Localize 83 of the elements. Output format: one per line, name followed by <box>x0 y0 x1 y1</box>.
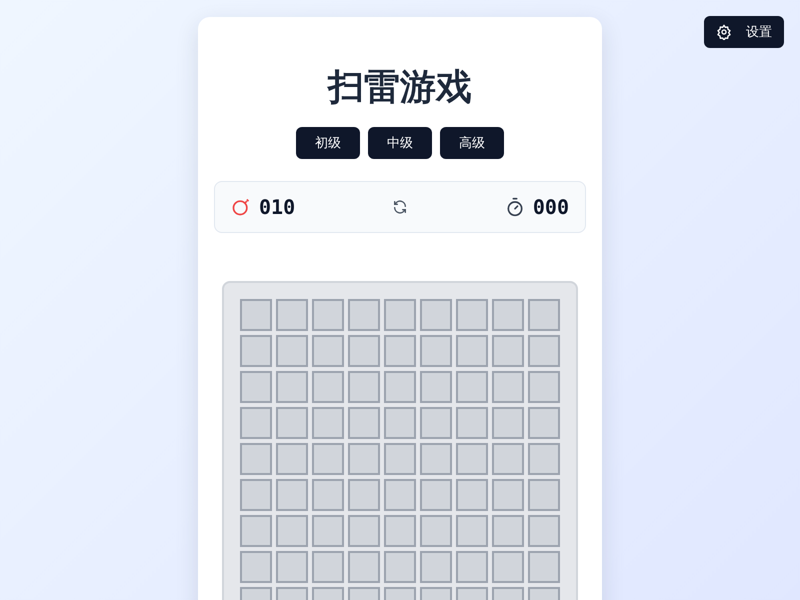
mine-cell[interactable] <box>276 443 308 475</box>
settings-icon <box>716 24 732 40</box>
mine-cell[interactable] <box>420 551 452 583</box>
mine-cell[interactable] <box>240 371 272 403</box>
game-title: 扫雷游戏 <box>328 66 472 110</box>
mine-cell[interactable] <box>384 407 416 439</box>
mine-cell[interactable] <box>348 515 380 547</box>
mine-cell[interactable] <box>456 515 488 547</box>
mine-cell[interactable] <box>456 479 488 511</box>
mine-cell[interactable] <box>528 551 560 583</box>
mine-counter: 010 <box>259 195 296 219</box>
difficulty-button[interactable]: 中级 <box>368 127 432 159</box>
mine-cell[interactable] <box>492 443 524 475</box>
mine-cell[interactable] <box>420 407 452 439</box>
mine-cell[interactable] <box>240 551 272 583</box>
stopwatch-icon <box>504 197 525 217</box>
mine-cell[interactable] <box>276 371 308 403</box>
mine-cell[interactable] <box>456 551 488 583</box>
mine-cell[interactable] <box>240 443 272 475</box>
mine-cell[interactable] <box>492 371 524 403</box>
mine-cell[interactable] <box>384 371 416 403</box>
mine-cell[interactable] <box>348 407 380 439</box>
mine-cell[interactable] <box>528 335 560 367</box>
mine-cell[interactable] <box>348 335 380 367</box>
refresh-icon[interactable] <box>392 199 408 215</box>
mine-cell[interactable] <box>348 371 380 403</box>
mine-cell[interactable] <box>528 443 560 475</box>
mine-cell[interactable] <box>528 371 560 403</box>
mine-cell[interactable] <box>240 407 272 439</box>
mine-cell[interactable] <box>312 335 344 367</box>
timer: 000 <box>532 195 569 219</box>
difficulty-button[interactable]: 高级 <box>440 127 504 159</box>
mine-cell[interactable] <box>528 515 560 547</box>
mine-cell[interactable] <box>456 371 488 403</box>
mine-cell[interactable] <box>312 515 344 547</box>
mine-cell[interactable] <box>420 335 452 367</box>
mine-cell[interactable] <box>420 299 452 331</box>
bomb-icon <box>231 197 251 217</box>
mine-cell[interactable] <box>420 515 452 547</box>
mine-cell[interactable] <box>384 515 416 547</box>
mine-cell[interactable] <box>240 335 272 367</box>
mine-cell[interactable] <box>528 407 560 439</box>
mine-cell[interactable] <box>240 515 272 547</box>
mine-cell[interactable] <box>240 479 272 511</box>
mine-cell[interactable] <box>276 335 308 367</box>
mine-cell[interactable] <box>384 479 416 511</box>
mine-cell[interactable] <box>492 335 524 367</box>
mine-cell[interactable] <box>312 479 344 511</box>
mine-cell[interactable] <box>276 551 308 583</box>
mine-cell[interactable] <box>312 371 344 403</box>
mine-cell[interactable] <box>240 299 272 331</box>
mine-cell[interactable] <box>312 443 344 475</box>
mine-cell[interactable] <box>456 443 488 475</box>
difficulty-button[interactable]: 初级 <box>296 127 360 159</box>
mine-cell[interactable] <box>276 515 308 547</box>
mine-cell[interactable] <box>312 299 344 331</box>
mine-cell[interactable] <box>528 299 560 331</box>
mine-cell[interactable] <box>384 335 416 367</box>
mine-cell[interactable] <box>492 479 524 511</box>
mine-cell[interactable] <box>312 551 344 583</box>
mine-cell[interactable] <box>420 443 452 475</box>
mine-cell[interactable] <box>456 299 488 331</box>
mine-cell[interactable] <box>492 299 524 331</box>
mine-cell[interactable] <box>492 407 524 439</box>
mine-cell[interactable] <box>348 443 380 475</box>
mine-cell[interactable] <box>384 443 416 475</box>
mine-cell[interactable] <box>420 479 452 511</box>
mine-cell[interactable] <box>348 299 380 331</box>
mine-cell[interactable] <box>348 551 380 583</box>
mine-cell[interactable] <box>312 407 344 439</box>
settings-button[interactable]: 设置 <box>704 16 784 48</box>
mine-cell[interactable] <box>384 299 416 331</box>
mine-cell[interactable] <box>492 551 524 583</box>
mine-cell[interactable] <box>348 479 380 511</box>
mine-cell[interactable] <box>276 407 308 439</box>
mine-cell[interactable] <box>492 515 524 547</box>
mine-cell[interactable] <box>456 407 488 439</box>
mine-cell[interactable] <box>276 299 308 331</box>
mine-cell[interactable] <box>384 551 416 583</box>
mine-cell[interactable] <box>528 479 560 511</box>
mine-cell[interactable] <box>420 371 452 403</box>
mine-cell[interactable] <box>456 335 488 367</box>
mine-cell[interactable] <box>276 479 308 511</box>
